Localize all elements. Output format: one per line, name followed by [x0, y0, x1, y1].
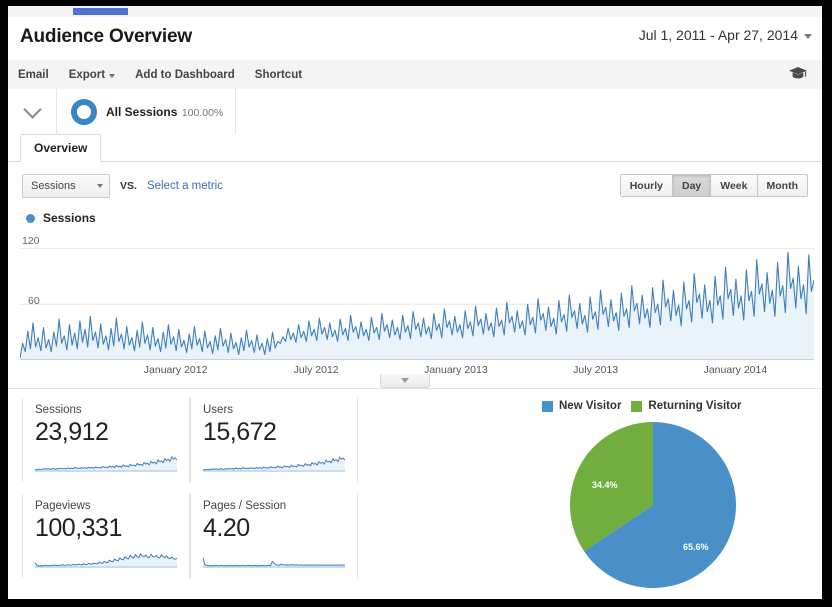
primary-metric-label: Sessions	[31, 180, 76, 192]
chevron-down-icon	[109, 73, 116, 78]
metric-card-pageviews[interactable]: Pageviews 100,331	[22, 494, 190, 578]
screenshot-root: Audience Overview Jul 1, 2011 - Apr 27, …	[0, 0, 832, 607]
pie-slice-label-returning: 34.4%	[592, 480, 618, 490]
select-a-metric-link[interactable]: Select a metric	[147, 180, 223, 192]
metric-card-value: 4.20	[203, 514, 250, 542]
metric-card-label: Pageviews	[35, 500, 91, 512]
metric-card-sessions[interactable]: Sessions 23,912	[22, 398, 190, 482]
x-tick-label: January 2012	[143, 364, 208, 376]
tab-row: Overview	[8, 134, 822, 162]
sessions-timeseries-svg	[20, 248, 814, 360]
granularity-button-group: Hourly Day Week Month	[619, 174, 808, 197]
email-button[interactable]: Email	[8, 69, 59, 81]
chevron-down-icon	[22, 99, 42, 119]
metric-card-label: Pages / Session	[203, 500, 287, 512]
metric-card-value: 15,672	[203, 418, 277, 446]
y-tick-60: 60	[28, 295, 40, 307]
section-divider	[8, 388, 822, 389]
granularity-day[interactable]: Day	[672, 175, 712, 196]
title-bar: Audience Overview Jul 1, 2011 - Apr 27, …	[8, 17, 822, 61]
date-range-label: Jul 1, 2011 - Apr 27, 2014	[638, 27, 798, 43]
analytics-app: Audience Overview Jul 1, 2011 - Apr 27, …	[8, 6, 822, 599]
active-tab-indicator	[73, 8, 128, 15]
chevron-down-icon	[97, 184, 103, 188]
sparkline-sessions	[35, 456, 177, 472]
pie-legend-label: New Visitor	[559, 400, 622, 412]
x-tick-label: January 2013	[424, 364, 488, 376]
email-label: Email	[18, 68, 49, 81]
date-range-picker[interactable]: Jul 1, 2011 - Apr 27, 2014	[639, 27, 812, 43]
segment-bar: All Sessions 100.00%	[8, 89, 822, 135]
sessions-timeseries-chart[interactable]	[20, 230, 814, 360]
vs-label: VS.	[120, 180, 137, 192]
legend-series-label: Sessions	[43, 211, 96, 225]
chevron-down-icon	[401, 378, 409, 383]
metric-card-users[interactable]: Users 15,672	[190, 398, 358, 482]
legend-dot-icon	[26, 213, 35, 223]
segment-donut-icon	[71, 98, 97, 125]
pie-legend-returning-visitor[interactable]: Returning Visitor	[631, 400, 742, 412]
tab-overview[interactable]: Overview	[20, 134, 102, 162]
sparkline-pageviews	[35, 552, 177, 568]
metric-card-label: Users	[203, 404, 234, 416]
pie-legend-new-visitor[interactable]: New Visitor	[542, 400, 621, 412]
shortcut-label: Shortcut	[254, 68, 303, 81]
top-strip	[8, 6, 822, 17]
x-tick-label: January 2014	[703, 364, 768, 376]
sparkline-users	[203, 456, 345, 472]
metric-card-value: 23,912	[35, 418, 109, 446]
granularity-hourly[interactable]: Hourly	[620, 175, 673, 196]
add-to-dashboard-button[interactable]: Add to Dashboard	[125, 69, 245, 81]
granularity-month[interactable]: Month	[757, 175, 807, 196]
action-toolbar: Email Export Add to Dashboard Shortcut	[8, 60, 822, 90]
x-tick-label: July 2013	[573, 364, 619, 376]
y-tick-120: 120	[22, 235, 40, 247]
legend-swatch-icon	[631, 400, 643, 412]
new-vs-returning-pie-chart[interactable]: 34.4% 65.6%	[568, 420, 738, 595]
metric-cards: Sessions 23,912 Users 15,672 Pageviews 1…	[22, 398, 374, 588]
metric-card-value: 100,331	[35, 514, 122, 542]
metric-card-pages-per-session[interactable]: Pages / Session 4.20	[190, 494, 358, 578]
page-title: Audience Overview	[20, 26, 192, 47]
segment-percent: 100.00%	[181, 106, 224, 119]
sparkline-pages-per-session	[203, 557, 345, 568]
segment-name: All Sessions	[106, 104, 178, 119]
chart-collapse-button[interactable]	[380, 374, 430, 388]
metric-selector-row: Sessions VS. Select a metric Hourly Day …	[8, 169, 822, 203]
graduation-cap-icon[interactable]	[788, 66, 808, 85]
segment-all-sessions[interactable]: All Sessions 100.00%	[57, 89, 236, 134]
segment-expander-button[interactable]	[8, 89, 57, 134]
shortcut-button[interactable]: Shortcut	[245, 69, 312, 81]
add-to-dashboard-label: Add to Dashboard	[135, 68, 235, 81]
granularity-week[interactable]: Week	[711, 175, 758, 196]
export-button[interactable]: Export	[59, 69, 125, 81]
export-label: Export	[68, 68, 106, 81]
chart-series-legend: Sessions	[26, 211, 96, 225]
pie-legend-label: Returning Visitor	[648, 400, 742, 412]
primary-metric-select[interactable]: Sessions	[22, 174, 110, 198]
legend-swatch-icon	[542, 400, 553, 412]
chevron-down-icon	[804, 33, 812, 39]
x-tick-label: July 2012	[293, 364, 339, 376]
pie-slice-label-new: 65.6%	[683, 542, 709, 552]
app-frame: Audience Overview Jul 1, 2011 - Apr 27, …	[8, 6, 822, 599]
pie-legend: New Visitor Returning Visitor	[542, 400, 742, 412]
pie-chart-svg	[569, 422, 736, 588]
metric-card-label: Sessions	[35, 404, 82, 416]
segment-text: All Sessions 100.00%	[106, 103, 223, 121]
